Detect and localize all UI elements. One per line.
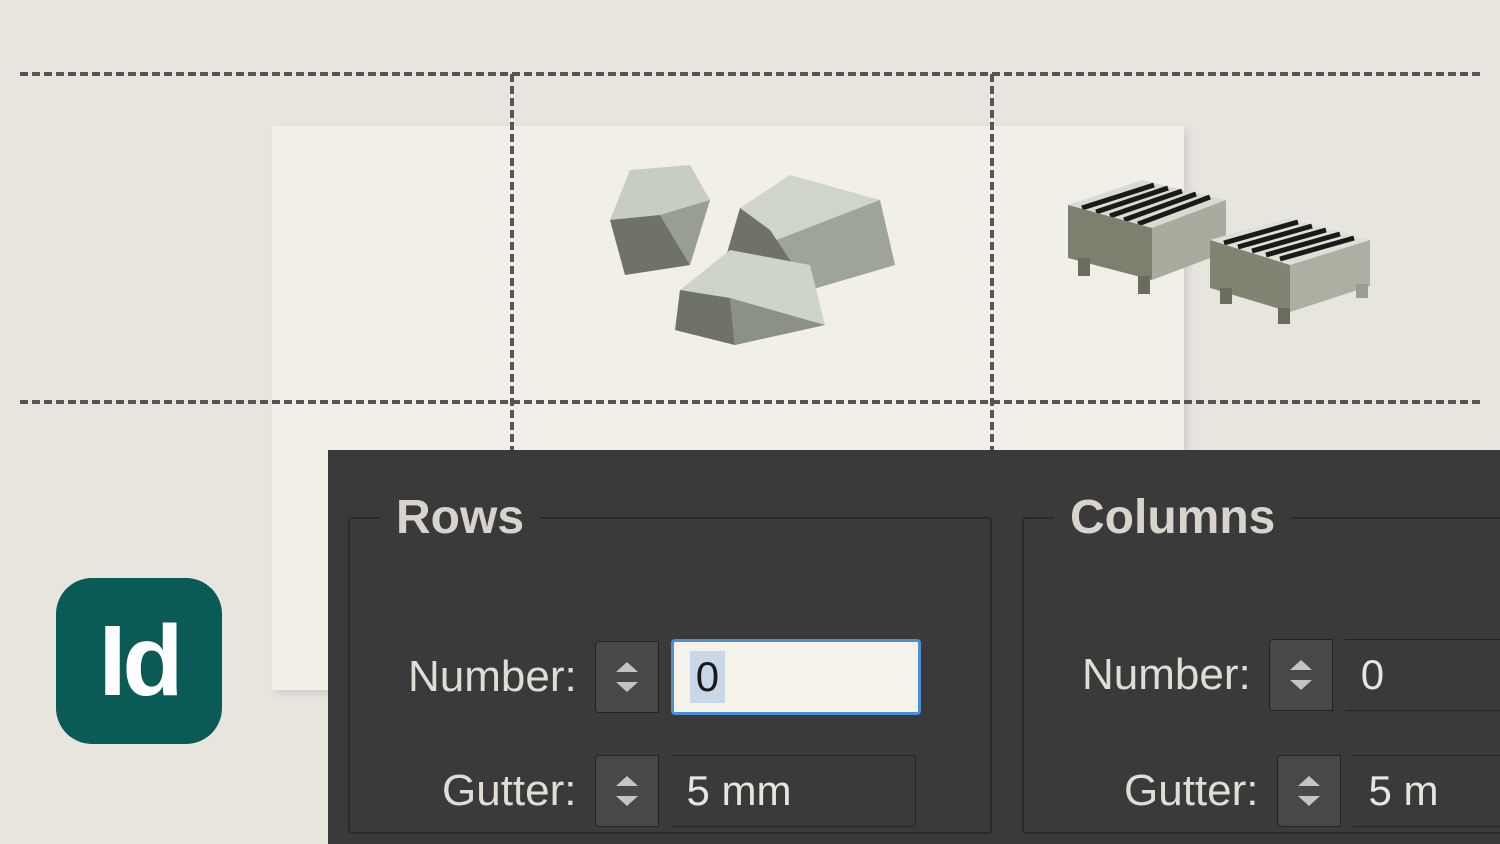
chevron-down-icon (1290, 680, 1312, 690)
guide-vertical[interactable] (990, 74, 994, 454)
rocks-illustration (580, 160, 920, 350)
chevron-up-icon (1290, 660, 1312, 670)
chevron-down-icon (616, 796, 638, 806)
guide-horizontal[interactable] (20, 72, 1480, 76)
rows-number-label: Number: (408, 652, 577, 702)
benches-illustration (1060, 180, 1380, 340)
chevron-down-icon (1298, 796, 1320, 806)
columns-group: Columns Number: 0 Gutter: 5 m (1022, 490, 1500, 834)
chevron-up-icon (1298, 776, 1320, 786)
rows-number-stepper[interactable] (595, 641, 659, 713)
columns-gutter-label: Gutter: (1124, 766, 1259, 816)
rows-gutter-label: Gutter: (442, 766, 577, 816)
chevron-up-icon (616, 662, 638, 672)
rows-gutter-field[interactable]: 5 mm (671, 755, 916, 827)
columns-number-field[interactable]: 0 (1345, 639, 1500, 711)
rows-legend: Rows (380, 490, 540, 545)
columns-legend: Columns (1054, 490, 1291, 545)
indesign-app-icon: Id (56, 578, 222, 744)
chevron-down-icon (616, 682, 638, 692)
rows-gutter-stepper[interactable] (595, 755, 659, 827)
columns-number-stepper[interactable] (1269, 639, 1333, 711)
columns-gutter-field[interactable]: 5 m (1353, 755, 1500, 827)
layout-panel: Rows Number: 0 Gutter: 5 mm Columns Numb… (328, 450, 1500, 844)
guide-horizontal[interactable] (20, 400, 1480, 404)
columns-number-label: Number: (1082, 650, 1251, 700)
rows-number-field[interactable]: 0 (671, 639, 921, 715)
guide-vertical[interactable] (510, 74, 514, 454)
chevron-up-icon (616, 776, 638, 786)
rows-number-value: 0 (690, 651, 725, 703)
columns-gutter-stepper[interactable] (1277, 755, 1341, 827)
rows-group: Rows Number: 0 Gutter: 5 mm (348, 490, 992, 834)
